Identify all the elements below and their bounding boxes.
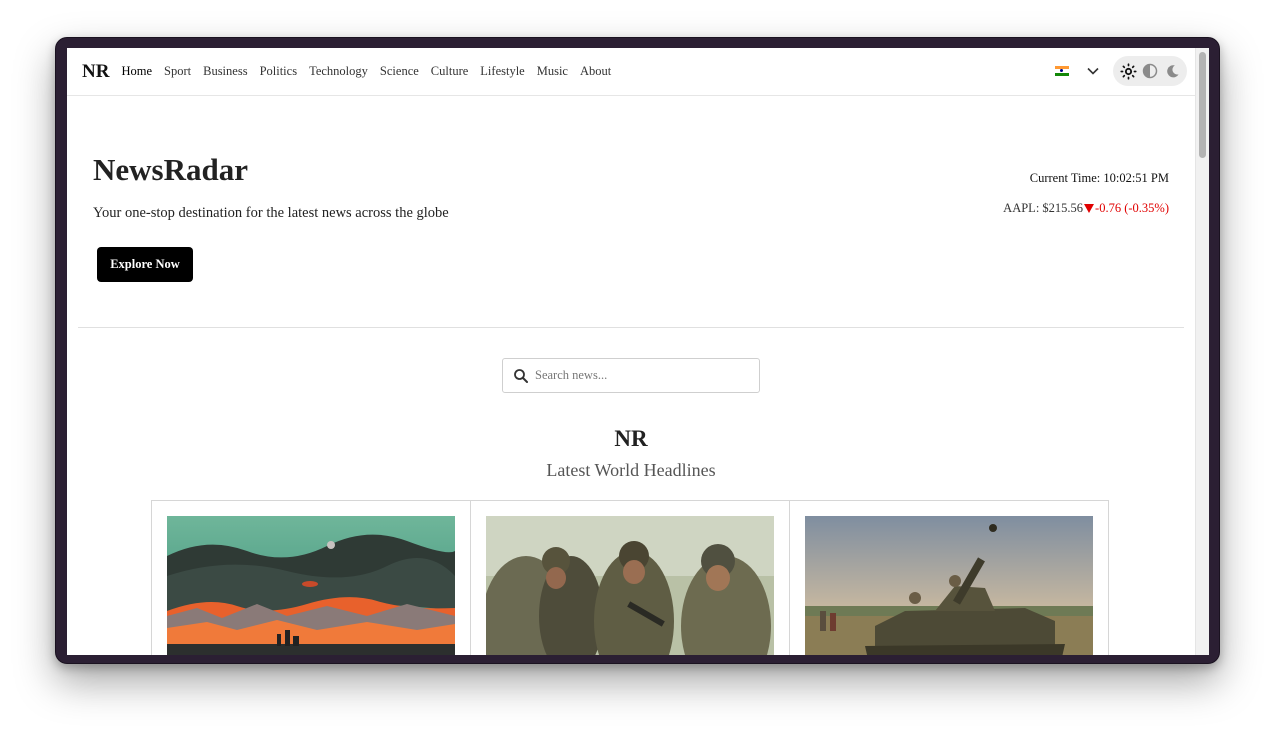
- browser-viewport: NR Home Sport Business Politics Technolo…: [67, 48, 1209, 655]
- headline-cards: [151, 500, 1111, 655]
- nav-link-business[interactable]: Business: [203, 64, 247, 79]
- nav-link-technology[interactable]: Technology: [309, 64, 368, 79]
- nav-link-home[interactable]: Home: [121, 64, 152, 79]
- headline-card[interactable]: [789, 500, 1109, 655]
- search-box: [502, 358, 760, 393]
- hero-subtitle: Your one-stop destination for the latest…: [93, 205, 449, 221]
- headline-image[interactable]: [167, 516, 455, 655]
- nav-link-science[interactable]: Science: [380, 64, 419, 79]
- nav-link-culture[interactable]: Culture: [431, 64, 469, 79]
- search-input[interactable]: [535, 368, 745, 383]
- top-navbar: NR Home Sport Business Politics Technolo…: [67, 48, 1195, 96]
- device-frame: NR Home Sport Business Politics Technolo…: [55, 37, 1220, 664]
- india-flag-icon[interactable]: [1055, 66, 1069, 76]
- down-arrow-icon: [1084, 204, 1095, 213]
- nav-link-about[interactable]: About: [580, 64, 611, 79]
- current-time: Current Time: 10:02:51 PM: [1029, 171, 1169, 185]
- stock-change: -0.76 (-0.35%): [1083, 201, 1169, 216]
- nav-links: Home Sport Business Politics Technology …: [121, 64, 623, 79]
- headline-image[interactable]: [805, 516, 1093, 655]
- nav-link-politics[interactable]: Politics: [260, 64, 298, 79]
- headline-card[interactable]: [151, 500, 471, 655]
- hero-title: NewsRadar: [93, 152, 248, 187]
- scrollbar-thumb[interactable]: [1199, 52, 1206, 158]
- nav-link-music[interactable]: Music: [537, 64, 568, 79]
- nav-link-lifestyle[interactable]: Lifestyle: [480, 64, 524, 79]
- headline-image[interactable]: [486, 516, 774, 655]
- section-logo: NR: [614, 426, 648, 451]
- contrast-icon[interactable]: [1141, 62, 1159, 80]
- nav-link-sport[interactable]: Sport: [164, 64, 191, 79]
- headline-card[interactable]: [470, 500, 790, 655]
- moon-icon[interactable]: [1163, 62, 1181, 80]
- explore-now-button[interactable]: Explore Now: [97, 247, 193, 282]
- theme-switcher: [1113, 56, 1187, 86]
- stock-price: AAPL: $215.56: [1003, 201, 1084, 215]
- page-scrollbar[interactable]: [1195, 48, 1209, 655]
- sun-icon[interactable]: [1119, 62, 1137, 80]
- chevron-down-icon[interactable]: [1083, 61, 1103, 81]
- stock-change-value: -0.76 (-0.35%): [1095, 201, 1169, 215]
- section-title: Latest World Headlines: [546, 460, 716, 480]
- search-icon: [514, 368, 528, 383]
- nav-controls: [1055, 56, 1187, 86]
- stock-ticker: AAPL: $215.56 -0.76 (-0.35%): [1003, 201, 1169, 216]
- hero-divider: [78, 327, 1184, 328]
- site-logo[interactable]: NR: [82, 61, 109, 83]
